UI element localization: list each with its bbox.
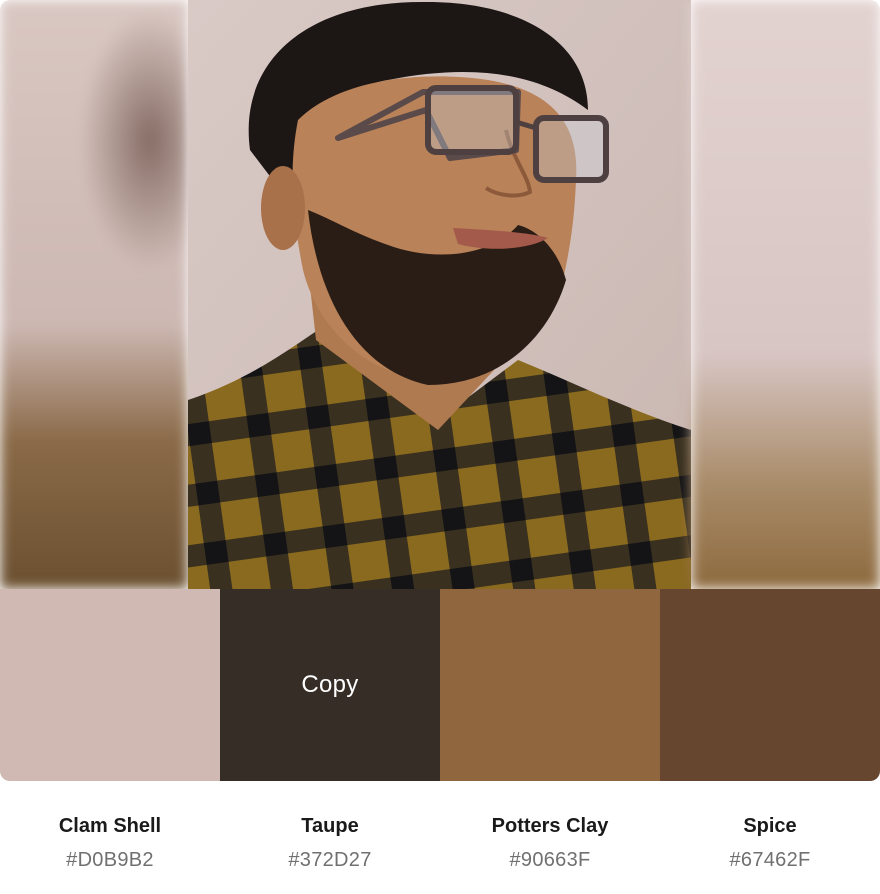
color-name: Potters Clay [491,815,609,837]
color-hex[interactable]: #90663F [440,846,660,874]
portrait-photo [188,0,691,589]
color-swatches: Copy [0,589,880,781]
color-hex[interactable]: #D0B9B2 [0,846,220,874]
color-label-clam-shell: Clam Shell #D0B9B2 [0,812,220,874]
color-hex[interactable]: #372D27 [220,846,440,874]
color-labels: Clam Shell #D0B9B2 Taupe #372D27 Potters… [0,812,880,874]
color-name: Clam Shell [58,815,162,837]
blurred-photo-right [691,0,880,589]
swatch-clam-shell[interactable] [0,589,220,781]
swatch-taupe[interactable]: Copy [220,589,440,781]
swatch-potters-clay[interactable] [440,589,660,781]
color-label-potters-clay: Potters Clay #90663F [440,812,660,874]
swatch-spice[interactable] [660,589,880,781]
photo-area [0,0,880,589]
color-name: Taupe [301,815,359,837]
color-hex[interactable]: #67462F [660,846,880,874]
color-name: Spice [743,815,797,837]
copy-label[interactable]: Copy [301,671,358,699]
blurred-photo-left [0,0,188,589]
color-label-spice: Spice #67462F [660,812,880,874]
color-label-taupe: Taupe #372D27 [220,812,440,874]
palette-card: Copy [0,0,880,781]
